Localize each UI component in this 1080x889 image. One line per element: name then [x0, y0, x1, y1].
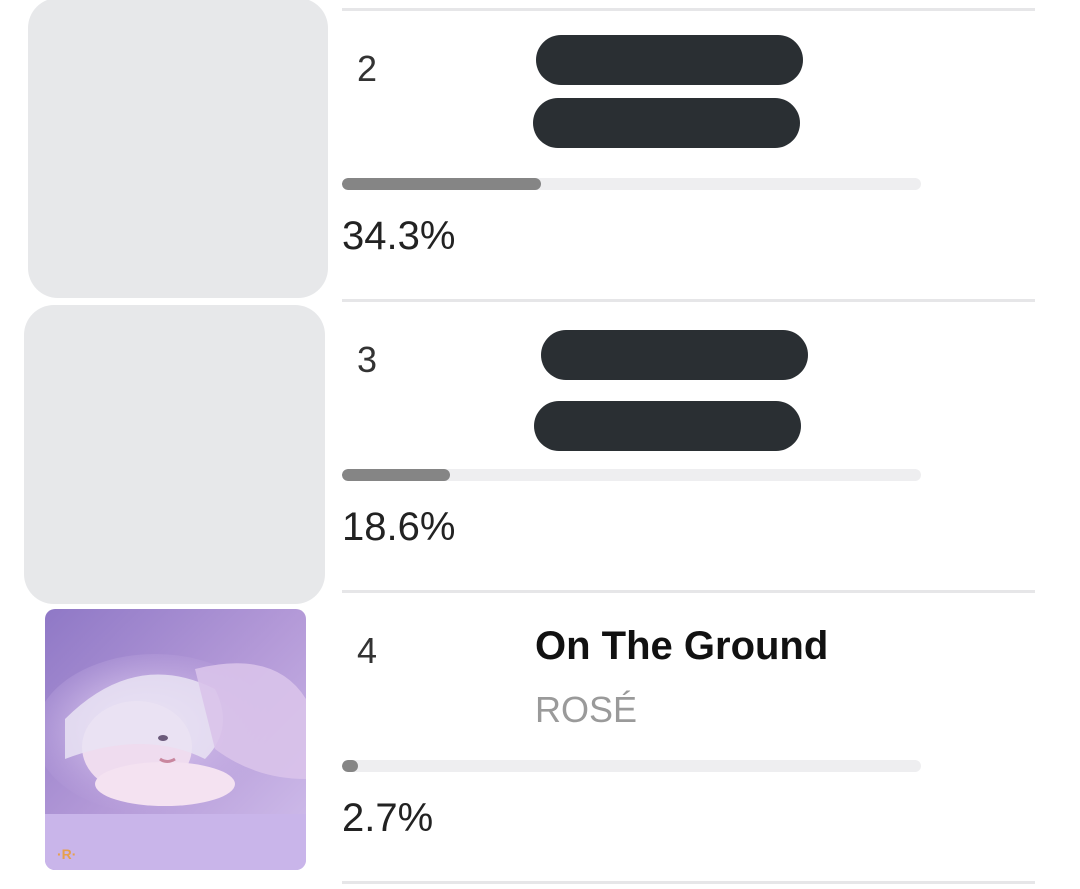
- vote-progress-track: [342, 760, 921, 772]
- artist-name: ROSÉ: [535, 689, 638, 730]
- vote-percentage: 2.7%: [342, 796, 434, 840]
- row-divider: [342, 881, 1035, 884]
- album-art-icon: ·R·: [45, 609, 306, 870]
- rank-number: 4: [357, 630, 378, 671]
- svg-text:·R·: ·R·: [57, 846, 76, 862]
- chart-row[interactable]: ·R· 4 On The Ground ROSÉ 2.7%: [0, 0, 1080, 881]
- album-art-image: ·R·: [45, 609, 306, 870]
- song-title: On The Ground: [535, 624, 829, 668]
- vote-progress-fill: [342, 760, 358, 772]
